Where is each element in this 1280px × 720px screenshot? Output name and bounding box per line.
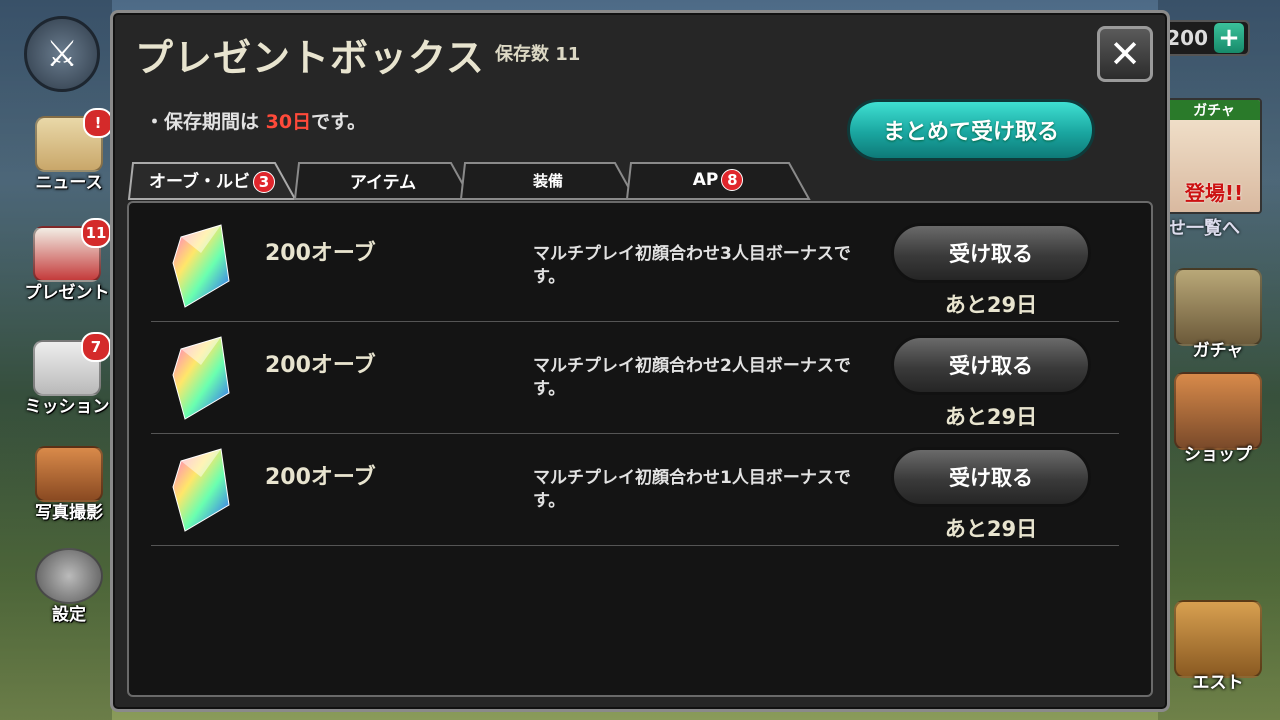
item-name: 200オーブ <box>265 465 376 490</box>
tab-item-label: アイテム <box>349 172 417 193</box>
menu-mission[interactable]: 7 ミッション <box>12 332 122 417</box>
notice-prefix: ・保存期間は <box>145 111 266 133</box>
orb-icon <box>172 336 230 420</box>
mission-badge: 7 <box>81 332 111 362</box>
remaining-days: あと29日 <box>944 293 1038 317</box>
currency-bar: 200 + <box>1160 20 1250 56</box>
list-item: 200オーブ マルチプレイ初顔合わせ3人目ボーナスです。 受け取る あと29日 <box>151 209 1119 322</box>
receive-button[interactable]: 受け取る <box>891 223 1091 283</box>
menu-camera[interactable]: 写真撮影 <box>14 446 124 523</box>
tab-orb-ruby-badge: 3 <box>252 171 275 193</box>
add-currency-button[interactable]: + <box>1214 23 1244 53</box>
quill-icon: 7 <box>33 332 111 396</box>
gacha-icon <box>1174 268 1262 346</box>
news-badge: ! <box>83 108 113 138</box>
menu-gacha-label: ガチャ <box>1192 341 1244 361</box>
banner-link[interactable]: せ一覧へ <box>1168 214 1240 240</box>
gacha-banner[interactable]: ガチャ 登場!! <box>1166 98 1262 214</box>
tab-ap-badge: 8 <box>721 169 744 191</box>
item-name: 200オーブ <box>265 353 376 378</box>
receive-button[interactable]: 受け取る <box>891 335 1091 395</box>
menu-shop-label: ショップ <box>1184 445 1252 465</box>
tab-orb-ruby[interactable]: オーブ・ルビ 3 <box>127 161 297 200</box>
modal-title: プレゼントボックス <box>135 36 485 80</box>
storage-notice: ・保存期間は 30日です。 <box>145 107 366 134</box>
tab-ap-label: AP 8 <box>693 169 744 191</box>
tab-orb-ruby-label: オーブ・ルビ 3 <box>149 167 275 193</box>
notice-suffix: です。 <box>311 111 367 133</box>
item-description: マルチプレイ初顔合わせ3人目ボーナスです。 <box>533 244 851 287</box>
menu-gacha[interactable]: ガチャ <box>1170 268 1266 361</box>
storage-count: 保存数 11 <box>495 44 581 65</box>
present-box-modal: プレゼントボックス 保存数 11 ✕ ・保存期間は 30日です。 まとめて受け取… <box>110 10 1170 712</box>
receive-all-button[interactable]: まとめて受け取る <box>847 99 1095 161</box>
close-button[interactable]: ✕ <box>1097 26 1153 82</box>
letter-icon: ! <box>35 108 113 172</box>
banner-top: ガチャ <box>1168 100 1260 120</box>
shop-icon <box>1174 372 1262 450</box>
menu-quest[interactable]: エスト <box>1170 600 1266 693</box>
camera-icon <box>35 446 103 502</box>
list-item: 200オーブ マルチプレイ初顔合わせ2人目ボーナスです。 受け取る あと29日 <box>151 321 1119 434</box>
tab-ap-text: AP <box>692 170 719 190</box>
orb-icon <box>172 224 230 308</box>
receive-button[interactable]: 受け取る <box>891 447 1091 507</box>
item-description: マルチプレイ初顔合わせ2人目ボーナスです。 <box>533 356 851 399</box>
gear-icon <box>35 548 103 604</box>
remaining-days: あと29日 <box>944 517 1038 541</box>
tab-equipment[interactable]: 装備 <box>459 161 637 200</box>
tab-item[interactable]: アイテム <box>293 161 473 200</box>
menu-settings[interactable]: 設定 <box>14 548 124 625</box>
present-list: 200オーブ マルチプレイ初顔合わせ3人目ボーナスです。 受け取る あと29日 … <box>127 201 1153 697</box>
menu-present[interactable]: 11 プレゼント <box>12 218 122 303</box>
notice-highlight: 30日 <box>265 111 312 133</box>
menu-news[interactable]: ! ニュース <box>14 108 124 193</box>
present-badge: 11 <box>81 218 111 248</box>
list-item: 200オーブ マルチプレイ初顔合わせ1人目ボーナスです。 受け取る あと29日 <box>151 433 1119 546</box>
gift-icon: 11 <box>33 218 111 282</box>
quest-map-icon <box>1174 600 1262 678</box>
banner-text: 登場!! <box>1184 181 1244 205</box>
menu-quest-label: エスト <box>1192 673 1244 693</box>
remaining-days: あと29日 <box>944 405 1038 429</box>
orb-icon <box>172 448 230 532</box>
menu-shop[interactable]: ショップ <box>1170 372 1266 465</box>
tab-orb-ruby-text: オーブ・ルビ <box>149 172 250 192</box>
item-name: 200オーブ <box>265 241 376 266</box>
tab-equipment-label: 装備 <box>532 171 563 190</box>
tab-ap[interactable]: AP 8 <box>625 161 811 200</box>
sword-icon[interactable]: ⚔ <box>24 16 100 92</box>
item-description: マルチプレイ初顔合わせ1人目ボーナスです。 <box>533 468 851 511</box>
currency-value: 200 <box>1166 26 1208 50</box>
